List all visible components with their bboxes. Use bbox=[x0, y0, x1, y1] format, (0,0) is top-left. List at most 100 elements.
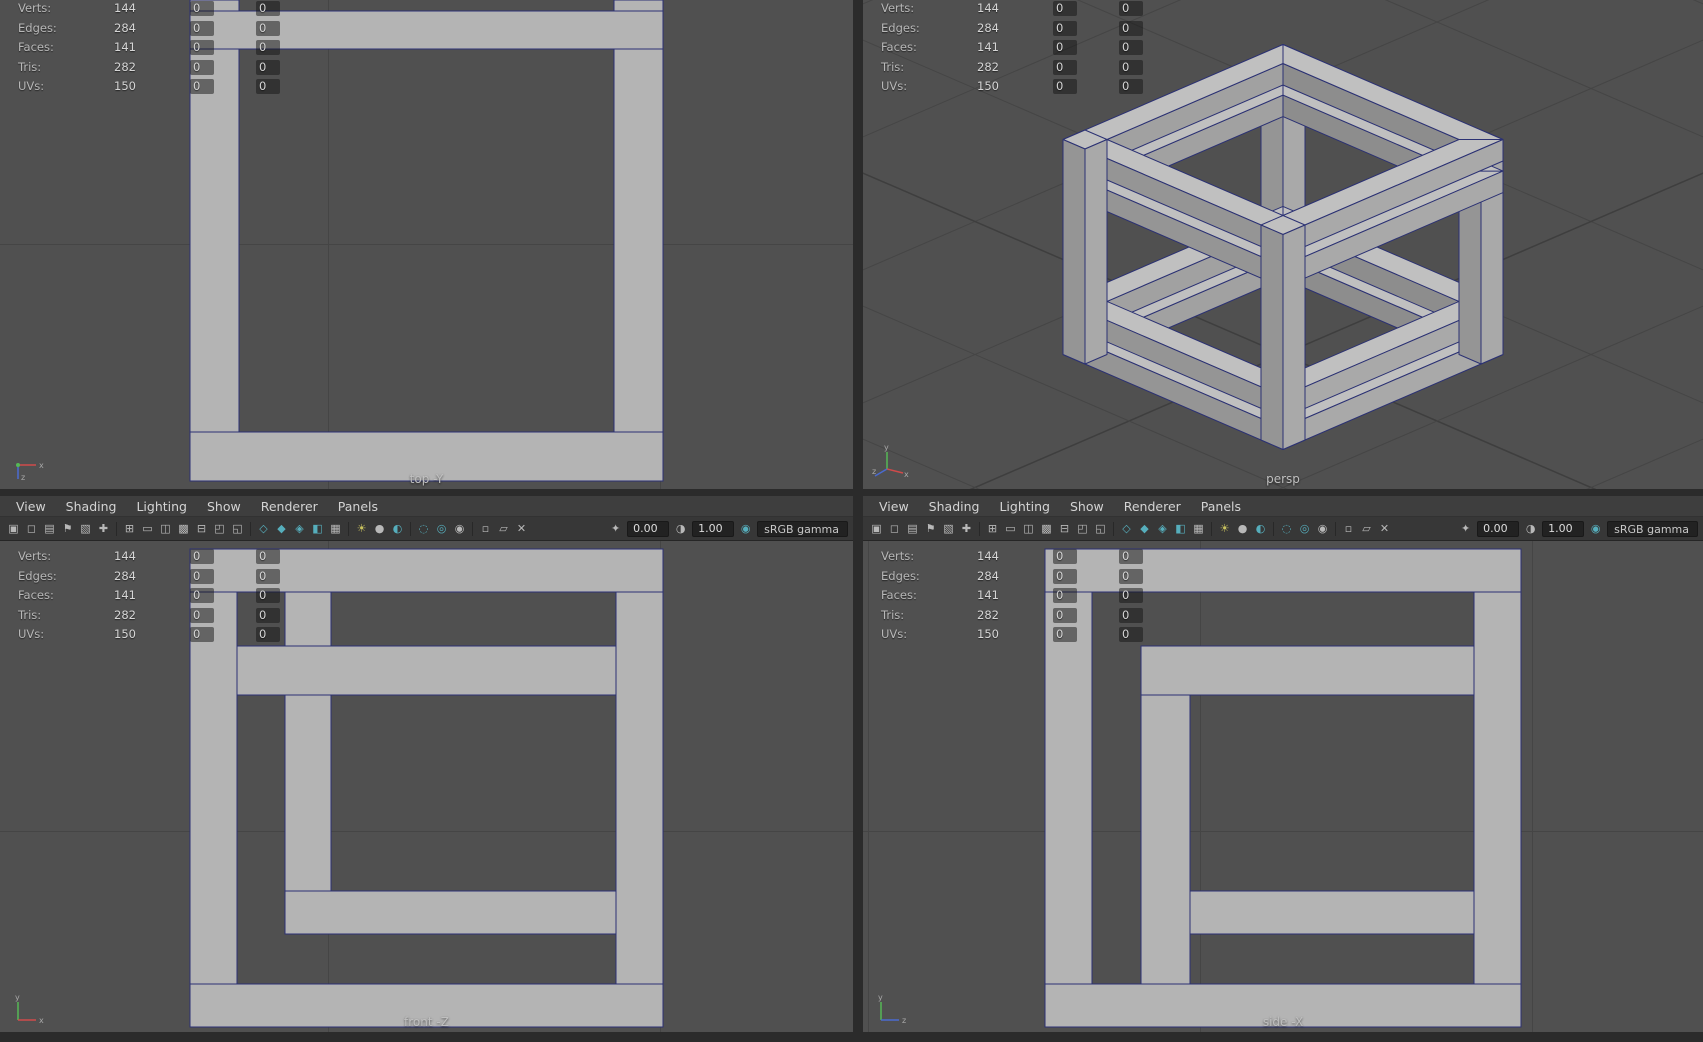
color-space-select[interactable]: sRGB gamma bbox=[757, 520, 848, 537]
field-chart-icon[interactable]: ⊟ bbox=[193, 520, 210, 538]
shaded-mode-icon[interactable]: ◆ bbox=[1136, 520, 1153, 538]
hud-col2-value: 0 bbox=[1119, 627, 1144, 642]
color-management-icon[interactable]: ◉ bbox=[1587, 520, 1604, 538]
menu-show[interactable]: Show bbox=[197, 499, 251, 514]
depth-of-field-icon[interactable]: ◉ bbox=[451, 520, 468, 538]
menu-view[interactable]: View bbox=[6, 499, 56, 514]
menu-shading[interactable]: Shading bbox=[919, 499, 990, 514]
film-gate-icon[interactable]: ▭ bbox=[1002, 520, 1019, 538]
svg-text:y: y bbox=[15, 993, 20, 1002]
safe-title-icon[interactable]: ◱ bbox=[1092, 520, 1109, 538]
bookmark-icon[interactable]: ⚑ bbox=[59, 520, 76, 538]
depth-of-field-icon[interactable]: ◉ bbox=[1314, 520, 1331, 538]
checker-material-icon[interactable]: ▦ bbox=[1190, 520, 1207, 538]
color-management-icon[interactable]: ◉ bbox=[737, 520, 754, 538]
xray-mode-icon[interactable]: ▱ bbox=[495, 520, 512, 538]
isolate-select-icon[interactable]: ▫ bbox=[477, 520, 494, 538]
lock-camera-icon[interactable]: ◻ bbox=[886, 520, 903, 538]
safe-action-icon[interactable]: ◰ bbox=[1074, 520, 1091, 538]
contrast-icon[interactable]: ◑ bbox=[1522, 520, 1539, 538]
motion-blur-icon[interactable]: ◌ bbox=[415, 520, 432, 538]
two-d-pan-zoom-icon[interactable]: ✚ bbox=[95, 520, 112, 538]
gamma-field[interactable] bbox=[1542, 520, 1585, 537]
select-camera-icon[interactable]: ▣ bbox=[5, 520, 22, 538]
use-all-lights-icon[interactable]: ☀ bbox=[1216, 520, 1233, 538]
panel-bar-front: View Shading Lighting Show Renderer Panels ▣ ◻… bbox=[0, 496, 853, 541]
motion-blur-icon[interactable]: ◌ bbox=[1278, 520, 1295, 538]
grid-toggle-icon[interactable]: ⊞ bbox=[121, 520, 138, 538]
shaded-mode-icon[interactable]: ◆ bbox=[273, 520, 290, 538]
hud-stat-label: Tris: bbox=[881, 607, 905, 622]
bookmark-icon[interactable]: ⚑ bbox=[922, 520, 939, 538]
field-chart-icon[interactable]: ⊟ bbox=[1056, 520, 1073, 538]
wireframe-mode-icon[interactable]: ◇ bbox=[1118, 520, 1135, 538]
grid-toggle-icon[interactable]: ⊞ bbox=[984, 520, 1001, 538]
checker-material-icon[interactable]: ▦ bbox=[327, 520, 344, 538]
image-plane-icon[interactable]: ▧ bbox=[77, 520, 94, 538]
hud-col2-value: 0 bbox=[1119, 549, 1144, 564]
menu-panels[interactable]: Panels bbox=[1191, 499, 1251, 514]
exposure-icon[interactable]: ✦ bbox=[1457, 520, 1474, 538]
menu-shading[interactable]: Shading bbox=[56, 499, 127, 514]
contrast-icon[interactable]: ◑ bbox=[672, 520, 689, 538]
lock-camera-icon[interactable]: ◻ bbox=[23, 520, 40, 538]
camera-attributes-icon[interactable]: ▤ bbox=[904, 520, 921, 538]
two-d-pan-zoom-icon[interactable]: ✚ bbox=[958, 520, 975, 538]
resolution-gate-icon[interactable]: ◫ bbox=[1020, 520, 1037, 538]
shadows-icon[interactable]: ● bbox=[1234, 520, 1251, 538]
textured-mode-icon[interactable]: ◈ bbox=[1154, 520, 1171, 538]
hud-row: Verts: 144 0 0 bbox=[0, 1, 320, 21]
viewport-front[interactable]: Verts: 144 0 0 Edges: 284 0 0 Faces: 141 0 0 Tris: 28… bbox=[0, 541, 853, 1032]
viewport-side[interactable]: Verts: 144 0 0 Edges: 284 0 0 Faces: 141 0 0 Tris: 28… bbox=[863, 541, 1703, 1032]
gamma-field[interactable] bbox=[692, 520, 735, 537]
use-all-lights-icon[interactable]: ☀ bbox=[353, 520, 370, 538]
gate-mask-icon[interactable]: ▩ bbox=[175, 520, 192, 538]
safe-action-icon[interactable]: ◰ bbox=[211, 520, 228, 538]
joint-xray-icon[interactable]: ✕ bbox=[1376, 520, 1393, 538]
hud-col1-value: 0 bbox=[190, 607, 215, 623]
hud-row: Faces: 141 0 0 bbox=[0, 40, 320, 60]
menu-panels[interactable]: Panels bbox=[328, 499, 388, 514]
camera-attributes-icon[interactable]: ▤ bbox=[41, 520, 58, 538]
hud-stat-value: 144 bbox=[114, 1, 136, 15]
screen-space-ao-icon[interactable]: ◐ bbox=[1252, 520, 1269, 538]
joint-xray-icon[interactable]: ✕ bbox=[513, 520, 530, 538]
menu-renderer[interactable]: Renderer bbox=[251, 499, 328, 514]
hud-row: Edges: 284 0 0 bbox=[0, 20, 320, 41]
hud-col2-value: 0 bbox=[256, 607, 281, 623]
toolbar-right-group: ✦ ◑ ◉ sRGB gamma bbox=[607, 520, 848, 538]
film-gate-icon[interactable]: ▭ bbox=[139, 520, 156, 538]
wireframe-on-shaded-icon[interactable]: ◧ bbox=[309, 520, 326, 538]
resolution-gate-icon[interactable]: ◫ bbox=[157, 520, 174, 538]
textured-mode-icon[interactable]: ◈ bbox=[291, 520, 308, 538]
multisample-aa-icon[interactable]: ◎ bbox=[1296, 520, 1313, 538]
hud-stat-label: Edges: bbox=[18, 20, 57, 35]
image-plane-icon[interactable]: ▧ bbox=[940, 520, 957, 538]
wireframe-mode-icon[interactable]: ◇ bbox=[255, 520, 272, 538]
multisample-aa-icon[interactable]: ◎ bbox=[433, 520, 450, 538]
screen-space-ao-icon[interactable]: ◐ bbox=[389, 520, 406, 538]
menu-lighting[interactable]: Lighting bbox=[989, 499, 1060, 514]
menu-lighting[interactable]: Lighting bbox=[126, 499, 197, 514]
hud-stat-label: Faces: bbox=[18, 588, 54, 602]
color-space-select[interactable]: sRGB gamma bbox=[1607, 520, 1698, 537]
menu-renderer[interactable]: Renderer bbox=[1114, 499, 1191, 514]
hud-col1-value: 0 bbox=[190, 20, 215, 36]
gate-mask-icon[interactable]: ▩ bbox=[1038, 520, 1055, 538]
exposure-icon[interactable]: ✦ bbox=[607, 520, 624, 538]
hud-stat-value: 284 bbox=[977, 20, 999, 35]
wireframe-on-shaded-icon[interactable]: ◧ bbox=[1172, 520, 1189, 538]
hud-col2-value: 0 bbox=[1119, 79, 1144, 94]
toolbar-separator bbox=[1273, 521, 1274, 536]
isolate-select-icon[interactable]: ▫ bbox=[1340, 520, 1357, 538]
exposure-field[interactable] bbox=[627, 520, 670, 537]
shadows-icon[interactable]: ● bbox=[371, 520, 388, 538]
menu-view[interactable]: View bbox=[869, 499, 919, 514]
viewport-persp[interactable]: Verts: 144 0 0 Edges: 284 0 0 Faces: 141 0 0 Tris: 28… bbox=[863, 0, 1703, 489]
select-camera-icon[interactable]: ▣ bbox=[868, 520, 885, 538]
xray-mode-icon[interactable]: ▱ bbox=[1358, 520, 1375, 538]
exposure-field[interactable] bbox=[1477, 520, 1520, 537]
menu-show[interactable]: Show bbox=[1060, 499, 1114, 514]
viewport-top[interactable]: Verts: 144 0 0 Edges: 284 0 0 Faces: 141 0 0 Tris: 28… bbox=[0, 0, 853, 489]
safe-title-icon[interactable]: ◱ bbox=[229, 520, 246, 538]
